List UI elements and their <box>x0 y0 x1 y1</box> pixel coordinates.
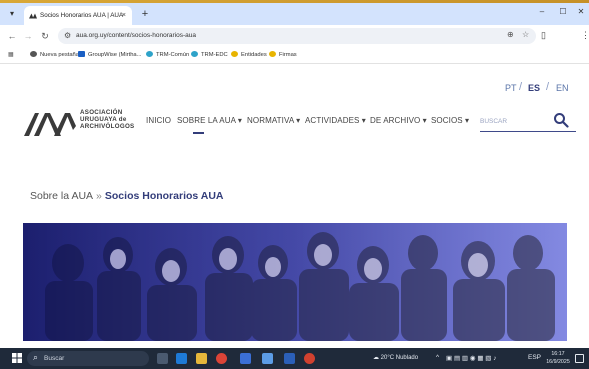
teams-icon[interactable] <box>262 353 273 364</box>
clock-date: 16/9/2025 <box>546 359 570 365</box>
nav-active-indicator <box>193 132 204 134</box>
edge-icon[interactable] <box>176 353 187 364</box>
search-underline <box>480 131 576 132</box>
lang-separator: / <box>519 81 523 93</box>
bookmark-trm-comun[interactable]: TRM-Común <box>146 51 189 60</box>
weather-text: 20°C Nublado <box>380 355 419 361</box>
tab-search-icon[interactable]: ▾ <box>6 8 18 20</box>
site-info-icon[interactable]: ⚙ <box>64 31 71 40</box>
breadcrumb-parent-link[interactable]: Sobre la AUA <box>30 190 93 202</box>
breadcrumb-current: Socios Honorarios AUA <box>104 190 224 202</box>
zoom-icon[interactable]: ⊕ <box>507 30 514 39</box>
forward-icon[interactable]: → <box>22 30 34 42</box>
bookmark-trm-edc[interactable]: TRM-EDC <box>191 51 228 60</box>
bookmark-entidades[interactable]: Entidades <box>231 51 267 60</box>
trm-icon <box>146 51 153 57</box>
mail-icon <box>78 51 85 57</box>
windows-start-icon[interactable] <box>12 353 22 363</box>
clock[interactable]: 16:17 16/9/2025 <box>545 350 571 366</box>
task-view-icon[interactable] <box>157 353 168 364</box>
tray-chevron-icon[interactable]: ^ <box>436 354 439 361</box>
bookmark-nueva-pestana[interactable]: Nueva pestaña <box>30 51 79 60</box>
nav-inicio[interactable]: INICIO <box>146 116 171 125</box>
taskbar-search-box[interactable]: ⌕ Buscar <box>27 351 149 366</box>
nav-socios[interactable]: SOCIOS ▾ <box>431 116 469 125</box>
weather-widget[interactable]: ☁ 20°C Nublado <box>373 348 418 369</box>
logo-line: ARCHIVÓLOGOS <box>80 123 135 130</box>
search-icon: ⌕ <box>33 352 39 362</box>
tab-close-icon[interactable]: × <box>122 6 126 25</box>
language-indicator[interactable]: ESP <box>528 354 541 361</box>
file-explorer-icon[interactable] <box>196 353 207 364</box>
clock-time: 16:17 <box>551 351 565 357</box>
nav-de-archivo[interactable]: DE ARCHIVO ▾ <box>370 116 427 125</box>
taskbar-search-label: Buscar <box>44 355 65 362</box>
minimize-button[interactable]: – <box>535 7 549 16</box>
lang-es-link[interactable]: ES <box>528 83 540 93</box>
tab-strip: ▾ Socios Honorarios AUA | AUA × + – ☐ ✕ <box>0 3 589 25</box>
bookmark-star-icon[interactable]: ☆ <box>522 30 529 39</box>
lang-separator: / <box>546 81 550 93</box>
logo-text[interactable]: ASOCIACIÓN URUGUAYA de ARCHIVÓLOGOS <box>80 109 134 130</box>
browser-tab[interactable]: Socios Honorarios AUA | AUA × <box>24 6 132 25</box>
lang-en-link[interactable]: EN <box>556 83 569 93</box>
cloud-icon: ☁ <box>373 355 381 361</box>
nav-normativa[interactable]: NORMATIVA ▾ <box>247 116 300 125</box>
notification-icon[interactable] <box>575 354 584 363</box>
trm-icon <box>191 51 198 57</box>
shield-app-icon[interactable] <box>240 353 251 364</box>
reload-icon[interactable]: ↻ <box>39 30 51 42</box>
logo-line: ASOCIACIÓN <box>80 109 123 116</box>
word-icon[interactable] <box>284 353 295 364</box>
aua-favicon-icon <box>29 13 37 19</box>
breadcrumb: Sobre la AUA» Socios Honorarios AUA <box>30 190 224 202</box>
web-page: PT / ES / EN ASOCIACIÓN URUGUAYA de ARCH… <box>0 64 589 348</box>
close-window-button[interactable]: ✕ <box>574 7 588 16</box>
search-input[interactable] <box>480 114 548 128</box>
nav-sobre-la-aua[interactable]: SOBRE LA AUA ▾ <box>177 116 242 125</box>
new-tab-button[interactable]: + <box>138 7 152 21</box>
url-text: aua.org.uy/content/socios-honorarios-aua <box>76 32 196 39</box>
chrome-icon[interactable] <box>216 353 227 364</box>
bookmark-firmas[interactable]: Firmas <box>269 51 297 60</box>
maximize-button[interactable]: ☐ <box>556 7 570 16</box>
logo-line: URUGUAYA de <box>80 116 127 123</box>
url-field[interactable]: ⚙ aua.org.uy/content/socios-honorarios-a… <box>58 28 536 44</box>
windows-taskbar: ⌕ Buscar ☁ 20°C Nublado ^ ▣ ▤ ▥ ◉ ▦ ▧ ♪ … <box>0 348 589 369</box>
aua-logo-icon[interactable] <box>24 112 76 136</box>
hero-banner-image <box>23 223 567 341</box>
lang-pt-link[interactable]: PT <box>505 83 517 93</box>
bookmark-groupwise[interactable]: GroupWise (Mirtha... <box>78 51 141 60</box>
group-photo-illustration <box>23 223 567 341</box>
search-icon[interactable] <box>553 112 569 128</box>
star-icon <box>231 51 238 57</box>
browser-window: ▾ Socios Honorarios AUA | AUA × + – ☐ ✕ … <box>0 3 589 348</box>
breadcrumb-separator: » <box>96 190 102 202</box>
tab-title: Socios Honorarios AUA | AUA <box>40 12 124 19</box>
nav-actividades[interactable]: ACTIVIDADES ▾ <box>305 116 366 125</box>
extensions-icon[interactable]: ▯ <box>541 30 546 41</box>
globe-icon <box>30 51 37 57</box>
address-bar-row: ← → ↻ ⚙ aua.org.uy/content/socios-honora… <box>0 25 589 63</box>
apps-grid-icon[interactable]: ▦ <box>8 51 13 60</box>
back-icon[interactable]: ← <box>6 30 18 42</box>
menu-icon[interactable]: ⋮ <box>581 30 589 41</box>
tray-icons[interactable]: ▣ ▤ ▥ ◉ ▦ ▧ ♪ <box>446 354 496 362</box>
bookmarks-bar: ▦ Nueva pestaña GroupWise (Mirtha... TRM… <box>0 47 589 64</box>
app-icon[interactable] <box>304 353 315 364</box>
star-icon <box>269 51 276 57</box>
